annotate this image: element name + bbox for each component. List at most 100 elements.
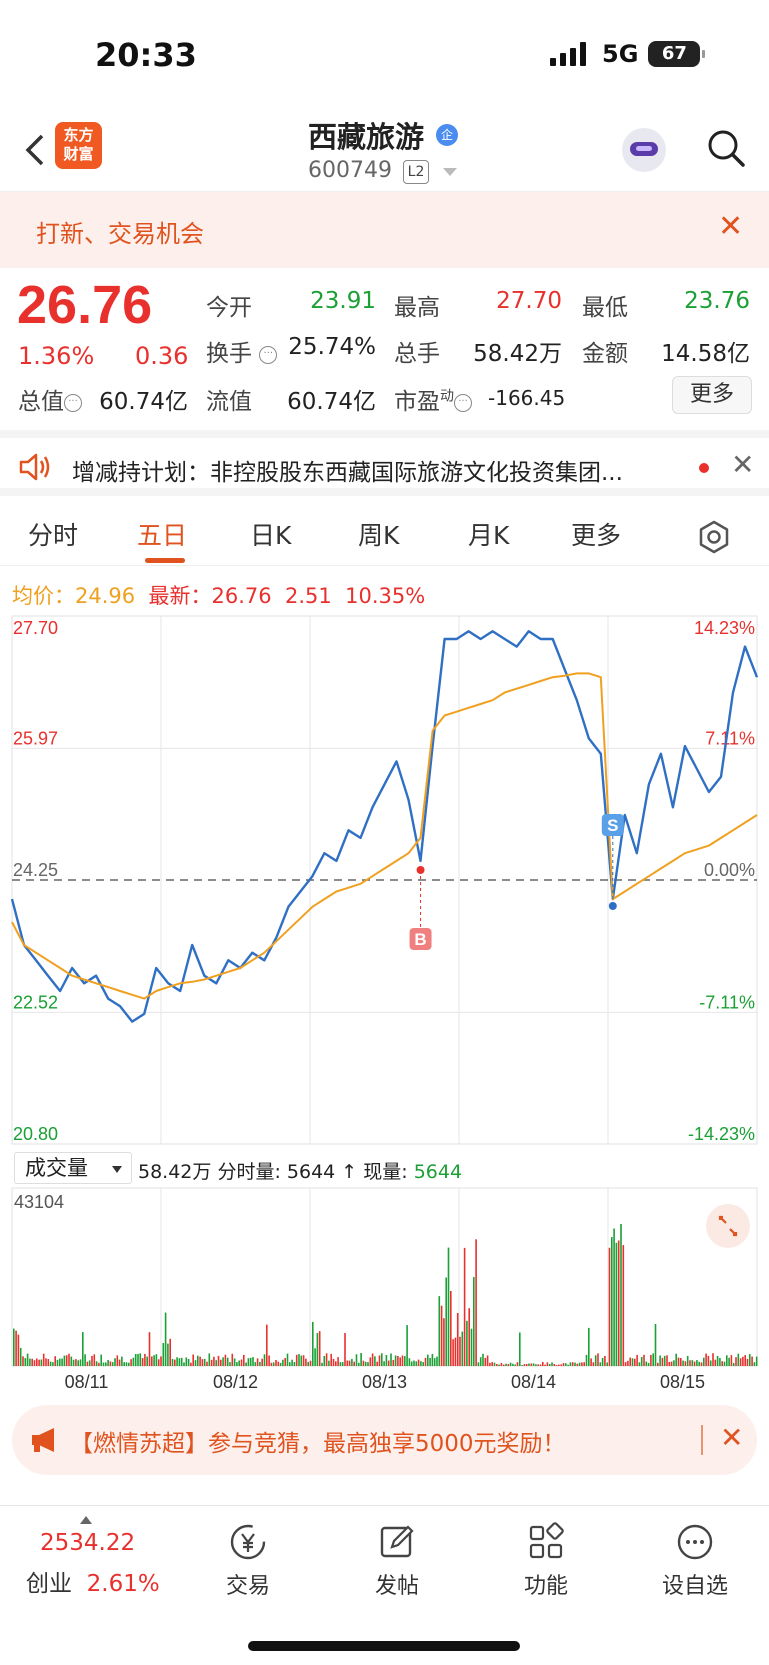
volume-bar [36, 1358, 38, 1366]
search-icon[interactable] [706, 128, 746, 168]
volume-bar [86, 1361, 89, 1366]
volume-bar [645, 1361, 648, 1366]
add-watchlist-button[interactable]: 设自选 [645, 1522, 745, 1600]
volume-bar [183, 1362, 185, 1366]
chevron-down-icon[interactable] [443, 168, 457, 176]
volume-bar [613, 1228, 615, 1366]
volume-bar [88, 1360, 91, 1366]
volume-bar [316, 1333, 319, 1366]
current-price: 26.76 [17, 275, 153, 335]
tab-five-day[interactable]: 五日 [137, 516, 187, 552]
volume-bar [744, 1355, 746, 1366]
volume-bar [548, 1364, 551, 1366]
volume-bar [546, 1362, 549, 1366]
tab-more[interactable]: 更多 [571, 516, 621, 552]
avg-label: 均价： [12, 584, 75, 608]
info-icon[interactable]: ··· [454, 393, 472, 412]
volume-bar [585, 1354, 588, 1366]
level2-badge[interactable]: L2 [403, 160, 429, 184]
volume-bar [473, 1277, 475, 1366]
volume-bar [622, 1245, 625, 1366]
tab-monthly-k[interactable]: 月K [468, 516, 509, 552]
volume-bar [268, 1355, 270, 1366]
post-button[interactable]: 发帖 [347, 1522, 447, 1600]
volume-bar [95, 1361, 98, 1366]
volume-bar [707, 1355, 710, 1366]
info-icon[interactable]: ··· [64, 393, 82, 412]
volume-bar [277, 1361, 280, 1366]
volume-bar [682, 1360, 684, 1366]
volume-bar [735, 1357, 737, 1366]
low-value: 23.76 [684, 288, 750, 314]
trade-button[interactable]: 交易 [198, 1522, 298, 1600]
tab-weekly-k[interactable]: 周K [358, 516, 399, 552]
y-tick-left: 24.25 [13, 860, 58, 880]
info-icon[interactable]: ··· [259, 345, 278, 364]
volume-bar [164, 1312, 167, 1366]
y-tick-right: 7.11% [705, 728, 755, 748]
gear-icon[interactable] [697, 520, 731, 554]
volume-bar [394, 1355, 397, 1366]
volume-bar [231, 1353, 234, 1366]
expand-icon[interactable] [706, 1204, 750, 1248]
volume-bar [52, 1362, 54, 1366]
volume-bar [298, 1354, 300, 1366]
volume-bar [176, 1357, 178, 1366]
chart-svg: 27.70 14.23% 25.97 7.11% 24.25 0.00% 22.52 -7.1… [10, 615, 759, 1392]
volume-bar [693, 1361, 696, 1366]
volume-bar [413, 1360, 415, 1366]
volume-bar [723, 1361, 726, 1366]
volume-bar [521, 1365, 523, 1366]
volume-bar [114, 1358, 116, 1366]
buy-marker-label: B [414, 930, 426, 949]
volume-bar [408, 1358, 411, 1366]
mktcap-label: 总值 ··· [18, 382, 82, 416]
close-icon[interactable]: ✕ [720, 1421, 743, 1454]
tab-daily-k[interactable]: 日K [250, 516, 291, 552]
volume-bar [650, 1354, 652, 1366]
back-icon[interactable] [18, 130, 52, 170]
y-tick-left: 27.70 [13, 618, 58, 638]
volume-bar [677, 1357, 680, 1366]
chevron-up-icon[interactable] [80, 1516, 92, 1524]
promo-banner[interactable]: 【燃情苏超】参与竞猜，最高独享5000元奖励！ ✕ [12, 1405, 757, 1475]
volume-bar [26, 1353, 29, 1366]
ipo-banner[interactable]: 打新、交易机会 ✕ [0, 192, 769, 268]
index-value[interactable]: 2534.22 [40, 1530, 135, 1556]
price-line [10, 630, 759, 1023]
volume-bar [452, 1339, 454, 1366]
index-name[interactable]: 创业 2.61% [26, 1564, 160, 1598]
x-tick: 08/11 [65, 1372, 109, 1392]
volume-bar [574, 1362, 576, 1366]
volume-bar [24, 1358, 27, 1366]
low-label: 最低 [582, 295, 628, 321]
volume-bar [369, 1357, 372, 1366]
volume-bar [141, 1358, 144, 1366]
volume-bar [339, 1362, 342, 1366]
volume-bar [185, 1357, 188, 1366]
volume-bar [254, 1362, 257, 1366]
now-volume-label: 现量: [363, 1161, 408, 1183]
volume-bar [728, 1357, 730, 1366]
volume-bar [111, 1362, 114, 1366]
five-day-chart[interactable]: 27.70 14.23% 25.97 7.11% 24.25 0.00% 22.52 -7.1… [0, 612, 769, 1392]
volume-bar [719, 1357, 721, 1366]
notice-bar[interactable]: 增减持计划：非控股股东西藏国际旅游文化投资集团... ✕ [0, 430, 769, 496]
robot-assistant-icon[interactable] [622, 128, 666, 172]
volume-bar [542, 1362, 544, 1366]
latest-change: 2.51 [284, 584, 332, 608]
close-icon[interactable]: ✕ [731, 448, 754, 481]
volume-bar [194, 1360, 197, 1366]
volume-bar [279, 1362, 282, 1366]
volume-bar [732, 1363, 735, 1366]
volume-bar [397, 1356, 399, 1366]
close-icon[interactable]: ✕ [718, 212, 743, 242]
function-button[interactable]: 功能 [496, 1522, 596, 1600]
tab-intraday[interactable]: 分时 [28, 516, 78, 552]
volume-bar [461, 1331, 464, 1366]
more-button[interactable]: 更多 [672, 376, 752, 414]
volume-bar [314, 1348, 316, 1366]
volume-bar [516, 1362, 519, 1366]
chevron-down-icon[interactable] [112, 1166, 122, 1173]
app-logo[interactable]: 东方 财富 [55, 122, 102, 169]
